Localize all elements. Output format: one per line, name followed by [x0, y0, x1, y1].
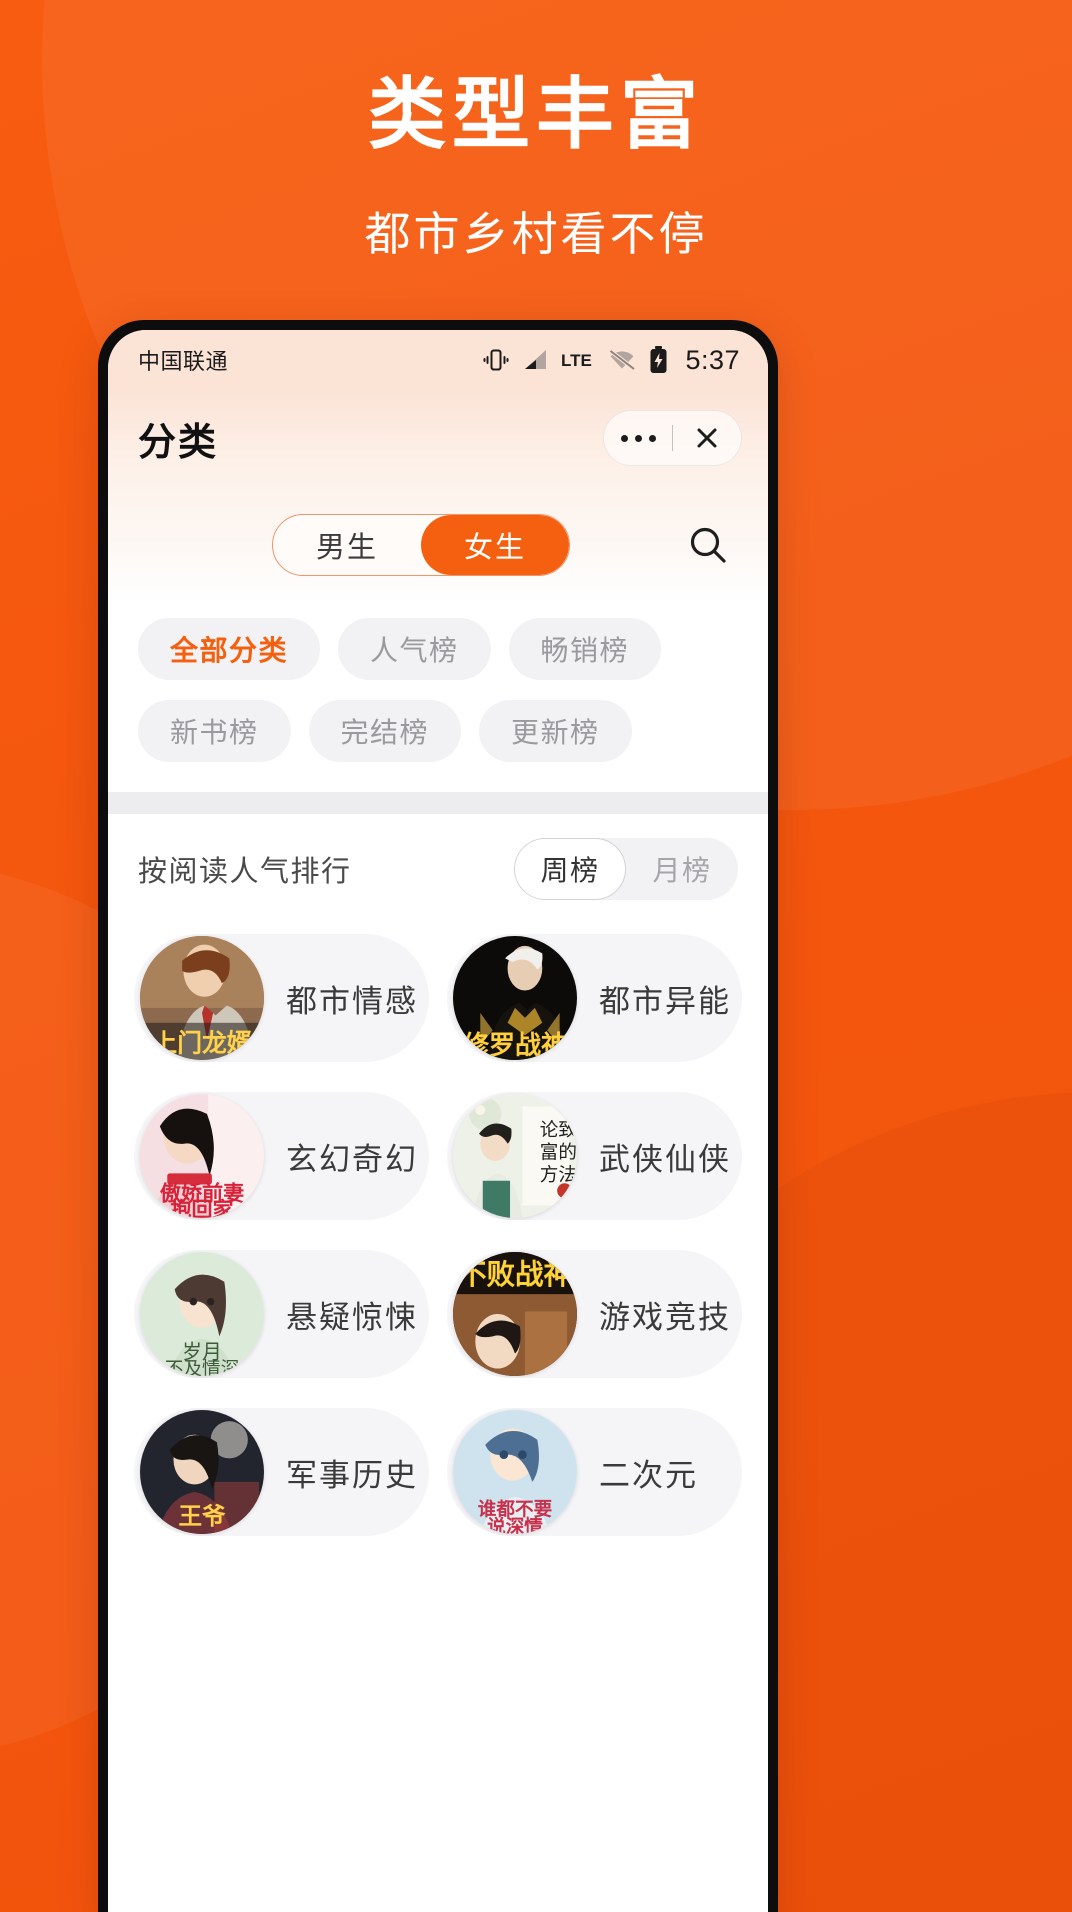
gender-segmented-control: 男生 女生 — [272, 514, 570, 576]
category-card-wuxia[interactable]: 论致 富的 方法 武侠仙侠 — [447, 1092, 742, 1220]
svg-text:富的: 富的 — [540, 1142, 577, 1163]
category-card-fantasy[interactable]: 傲娇前妻 抱回家 玄幻奇幻 — [134, 1092, 429, 1220]
category-card-game[interactable]: 不败战神 游戏竞技 — [447, 1250, 742, 1378]
category-card-anime[interactable]: 谁都不要 说深情 二次元 — [447, 1408, 742, 1536]
book-cover-thumbnail: 谁都不要 说深情 — [453, 1410, 577, 1534]
svg-text:说深情: 说深情 — [487, 1516, 543, 1534]
promo-text-block: 类型丰富 都市乡村看不停 — [0, 72, 1072, 264]
lte-label: LTE — [561, 350, 595, 370]
category-label: 游戏竞技 — [599, 1299, 731, 1335]
book-cover-thumbnail: 傲娇前妻 抱回家 — [140, 1094, 264, 1218]
ranking-header: 按阅读人气排行 周榜 月榜 — [108, 814, 768, 924]
filter-chip-all[interactable]: 全部分类 — [138, 618, 321, 680]
svg-text:不败战神: 不败战神 — [458, 1258, 572, 1291]
book-cover-thumbnail: 王爷 — [140, 1410, 264, 1534]
svg-text:论致: 论致 — [540, 1120, 577, 1141]
category-label: 都市异能 — [599, 983, 731, 1019]
signal-icon — [522, 349, 548, 371]
category-label: 悬疑惊悚 — [286, 1299, 418, 1335]
mini-program-capsule — [603, 410, 742, 466]
book-cover-thumbnail: 不败战神 — [453, 1252, 577, 1376]
ranking-period-toggle: 周榜 月榜 — [514, 838, 738, 900]
filter-chip-updated[interactable]: 更新榜 — [479, 700, 632, 762]
search-icon[interactable] — [682, 519, 734, 571]
book-cover-thumbnail: 上门龙婿 — [140, 936, 264, 1060]
gender-option-female[interactable]: 女生 — [421, 515, 569, 575]
category-card-urban-romance[interactable]: 上门龙婿 都市情感 — [134, 934, 429, 1062]
battery-charging-icon — [649, 346, 668, 374]
filter-chip-list: 全部分类 人气榜 畅销榜 新书榜 完结榜 更新榜 — [108, 604, 768, 792]
book-cover-thumbnail: 修罗战神 — [453, 936, 577, 1060]
svg-text:上门龙婿: 上门龙婿 — [152, 1028, 251, 1057]
status-clock: 5:37 — [685, 344, 740, 375]
svg-text:修罗战神: 修罗战神 — [462, 1030, 567, 1060]
wifi-off-icon — [608, 348, 636, 372]
svg-text:LTE: LTE — [561, 351, 592, 370]
filter-chip-bestseller[interactable]: 畅销榜 — [508, 618, 662, 680]
filter-chip-new[interactable]: 新书榜 — [138, 700, 291, 762]
filter-chip-popular[interactable]: 人气榜 — [338, 618, 491, 680]
promo-title: 类型丰富 — [367, 69, 704, 160]
app-title-bar: 分类 — [108, 390, 768, 486]
status-icon-group: LTE 5:37 — [483, 345, 740, 376]
ranking-title: 按阅读人气排行 — [138, 856, 352, 888]
gender-option-male[interactable]: 男生 — [273, 515, 421, 575]
category-label: 玄幻奇幻 — [286, 1141, 418, 1177]
category-label: 二次元 — [599, 1457, 698, 1493]
book-cover-thumbnail: 岁月 不及情深 — [140, 1252, 264, 1376]
phone-screen: 中国联通 LTE 5:37 分类 男生 女生 全部分类 人气榜 畅销榜 新书榜 … — [108, 330, 768, 1912]
category-label: 武侠仙侠 — [599, 1141, 731, 1177]
ranking-period-month[interactable]: 月榜 — [626, 838, 738, 900]
svg-text:王爷: 王爷 — [178, 1502, 226, 1530]
phone-mockup: 中国联通 LTE 5:37 分类 男生 女生 全部分类 人气榜 畅销榜 新书榜 … — [98, 320, 778, 1912]
close-icon[interactable] — [673, 411, 741, 465]
section-divider — [108, 792, 768, 814]
promo-subtitle: 都市乡村看不停 — [364, 207, 708, 260]
category-label: 都市情感 — [286, 983, 418, 1019]
category-card-suspense[interactable]: 岁月 不及情深 悬疑惊悚 — [134, 1250, 429, 1378]
svg-text:方法: 方法 — [540, 1165, 577, 1186]
gender-toggle-row: 男生 女生 — [108, 486, 768, 604]
carrier-label: 中国联通 — [138, 349, 229, 374]
category-card-urban-powers[interactable]: 修罗战神 都市异能 — [447, 934, 742, 1062]
ranking-period-week[interactable]: 周榜 — [514, 838, 626, 900]
more-dots-icon[interactable] — [604, 411, 672, 465]
svg-text:抱回家: 抱回家 — [170, 1197, 234, 1218]
vibrate-icon — [483, 347, 509, 373]
page-title: 分类 — [138, 421, 219, 464]
status-bar: 中国联通 LTE 5:37 — [108, 330, 768, 390]
category-grid: 上门龙婿 都市情感 修罗战神 都市异能 傲娇前妻 抱回家 玄幻奇幻 论致 富的 … — [108, 924, 768, 1536]
category-card-military-history[interactable]: 王爷 军事历史 — [134, 1408, 429, 1536]
category-label: 军事历史 — [286, 1457, 418, 1493]
svg-text:不及情深: 不及情深 — [165, 1359, 239, 1376]
filter-chip-completed[interactable]: 完结榜 — [308, 700, 462, 762]
book-cover-thumbnail: 论致 富的 方法 — [453, 1094, 577, 1218]
